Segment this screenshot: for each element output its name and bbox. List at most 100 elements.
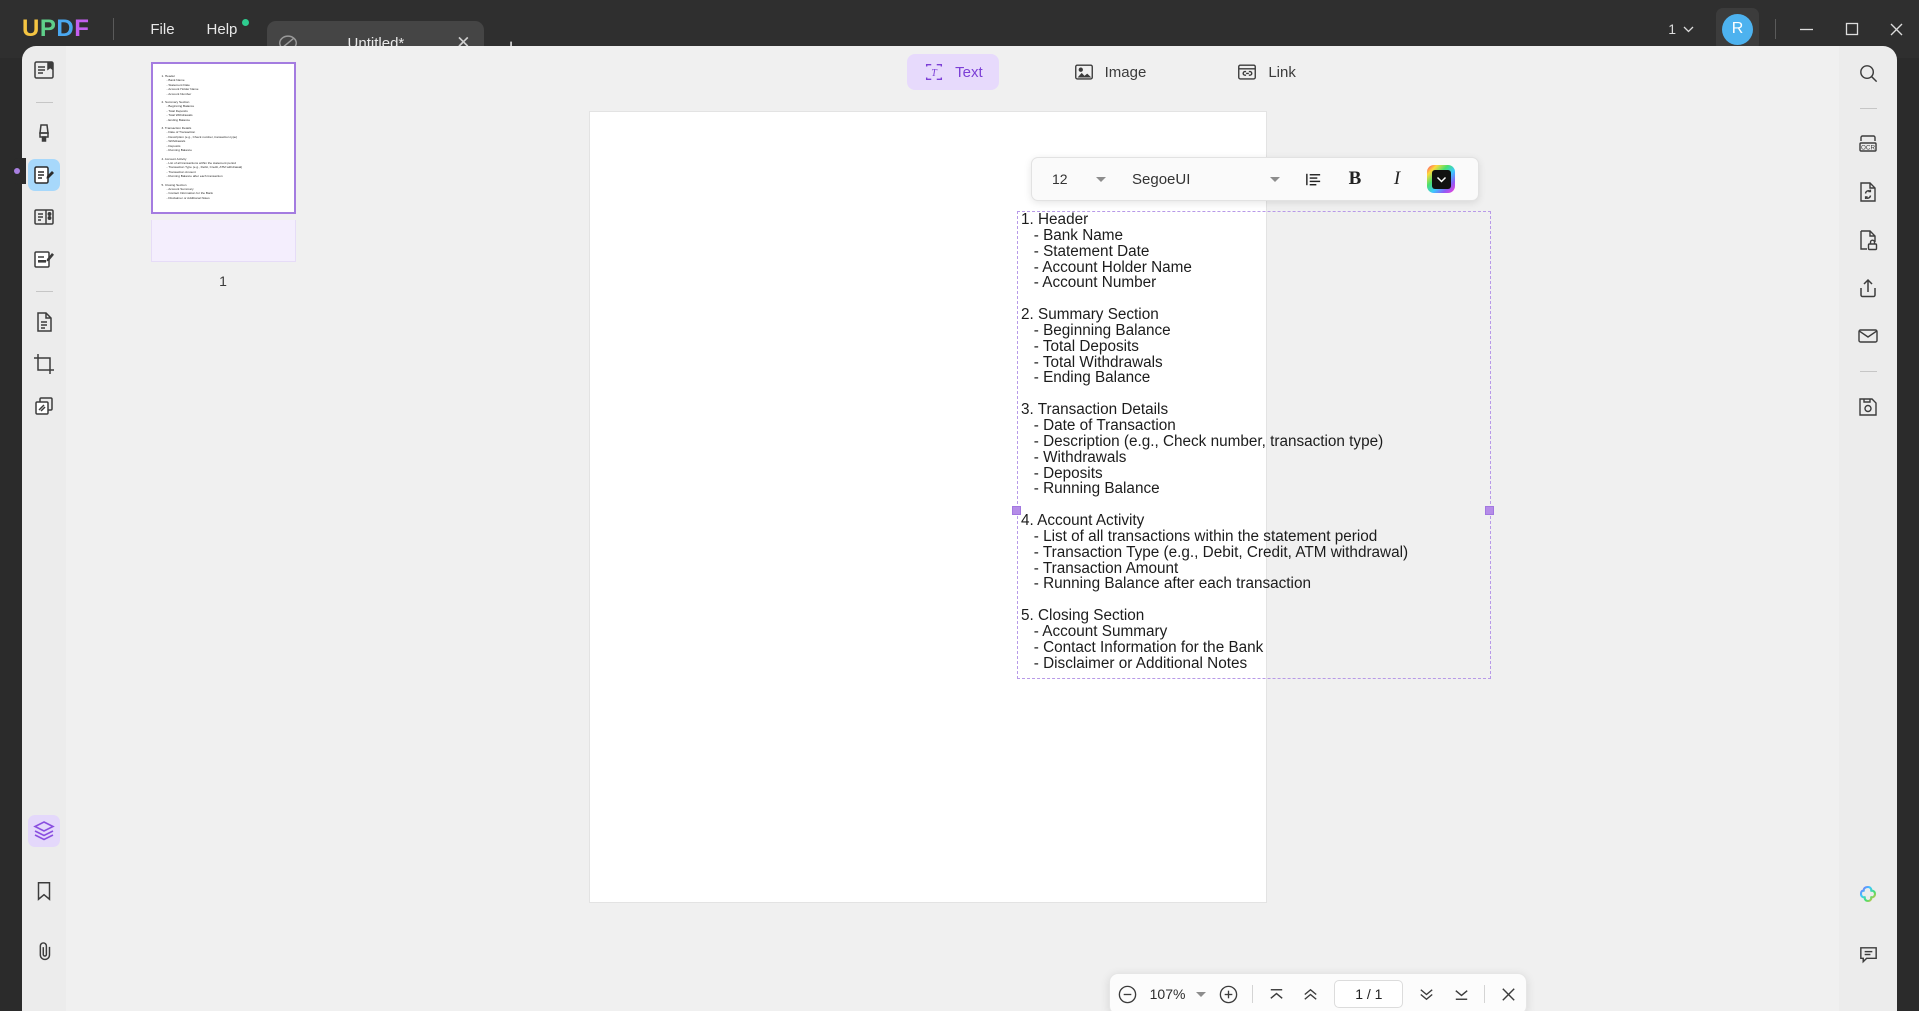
crop-icon	[34, 354, 54, 374]
last-page-icon	[1455, 989, 1468, 1000]
first-page-button[interactable]	[1259, 973, 1294, 1011]
pdf-text-line: 2. Summary Section	[1021, 306, 1159, 324]
logo-letter-f: F	[74, 15, 90, 42]
right-item-protect[interactable]	[1851, 223, 1885, 257]
comment-bubble-icon	[1859, 946, 1877, 963]
avatar: R	[1722, 13, 1753, 45]
panel-collapse-handle[interactable]	[12, 158, 26, 184]
left-toolbar	[22, 46, 66, 1011]
right-item-ocr[interactable]: OCR	[1851, 127, 1885, 161]
sidebar-item-attachments[interactable]	[28, 935, 60, 967]
left-rail-separator-1	[35, 102, 53, 103]
page-navigation-toolbar: 107% 1 / 1	[1109, 973, 1527, 1011]
zoom-in-button[interactable]	[1212, 973, 1247, 1011]
paperclip-icon	[39, 942, 51, 961]
titlebar-separator	[1775, 19, 1776, 39]
right-item-email[interactable]	[1851, 319, 1885, 353]
italic-button[interactable]: I	[1376, 157, 1418, 201]
maximize-icon	[1845, 22, 1858, 36]
zoom-dropdown-button[interactable]	[1191, 973, 1212, 1011]
tool-text[interactable]: T Text	[907, 54, 999, 90]
font-size-dropdown[interactable]: 12	[1032, 171, 1120, 187]
resize-handle-right[interactable]	[1485, 506, 1494, 515]
sidebar-item-crop[interactable]	[28, 348, 60, 380]
sidebar-item-reader-mode[interactable]	[28, 54, 60, 86]
sidebar-item-organize-pages[interactable]	[28, 201, 60, 233]
edit-document-icon	[34, 166, 54, 184]
logo-letter-p: P	[39, 15, 57, 42]
pdf-text-line: - List of all transactions within the st…	[1021, 527, 1378, 545]
thumbnail-page-next-placeholder[interactable]	[150, 220, 296, 262]
floppy-save-icon	[1859, 398, 1877, 416]
font-family-dropdown[interactable]: SegoeUI	[1120, 171, 1292, 188]
app-logo[interactable]: UPDF	[22, 15, 89, 43]
pdf-text-line: - Deposits	[1021, 464, 1103, 482]
svg-text:T: T	[931, 68, 938, 79]
next-page-button[interactable]	[1409, 973, 1444, 1011]
menu-help-label: Help	[206, 20, 238, 38]
menu-help[interactable]: Help	[191, 15, 254, 44]
previous-page-button[interactable]	[1294, 973, 1329, 1011]
resize-handle-left[interactable]	[1012, 506, 1021, 515]
zoom-out-button[interactable]	[1110, 973, 1145, 1011]
right-item-convert[interactable]	[1851, 175, 1885, 209]
align-button[interactable]	[1292, 157, 1334, 201]
thumbnail-item[interactable]: 1. Header - Bank Name - Statement Date - Ac…	[150, 62, 296, 289]
zoom-level-value[interactable]: 107%	[1145, 986, 1191, 1002]
pdf-text-line	[1021, 386, 1541, 402]
stacked-pages-icon	[35, 397, 53, 415]
pdf-text-line: - Contact Information for the Bank	[1021, 638, 1264, 656]
close-pager-button[interactable]	[1491, 973, 1526, 1011]
bold-button[interactable]: B	[1334, 157, 1376, 201]
pdf-text-line: - Transaction Amount	[1021, 559, 1179, 577]
right-item-search[interactable]	[1851, 56, 1885, 90]
sidebar-item-batch[interactable]	[28, 390, 60, 422]
color-picker-swatch[interactable]	[1427, 165, 1455, 193]
last-page-button[interactable]	[1444, 973, 1479, 1011]
ai-clover-icon	[1859, 885, 1877, 903]
caret-down-icon	[1196, 991, 1207, 997]
svg-text:OCR: OCR	[1861, 144, 1875, 151]
right-item-save[interactable]	[1851, 390, 1885, 424]
right-item-ai-assistant[interactable]	[1851, 879, 1885, 913]
sidebar-item-edit-pdf[interactable]	[28, 159, 60, 191]
caret-down-icon	[1270, 176, 1280, 182]
pdf-text-line: - Account Number	[1021, 274, 1157, 292]
image-tool-icon	[1074, 64, 1093, 80]
sidebar-item-form-edit[interactable]	[28, 243, 60, 275]
minimize-icon	[1800, 28, 1813, 30]
page-number-value: 1 / 1	[1355, 986, 1383, 1002]
left-rail-separator-2	[35, 291, 53, 292]
plus-circle-icon	[1220, 985, 1238, 1003]
prev-page-icon	[1304, 988, 1318, 1000]
page-number-input[interactable]: 1 / 1	[1334, 980, 1404, 1008]
tool-image[interactable]: Image	[1057, 54, 1163, 90]
page-organize-icon	[34, 209, 54, 225]
sidebar-item-comment[interactable]	[28, 117, 60, 149]
text-color-button[interactable]	[1418, 157, 1460, 201]
pdf-text-line: - Description (e.g., Check number, trans…	[1021, 432, 1384, 450]
left-rail-bottom-group	[28, 815, 60, 1011]
window-count-dropdown[interactable]: 1	[1660, 17, 1702, 41]
thumbnail-panel: 1. Header - Bank Name - Statement Date - Ac…	[66, 46, 380, 1011]
pdf-text-line: - Running Balance	[1021, 480, 1160, 498]
pdf-text-line: 1. Header	[1021, 211, 1089, 228]
convert-document-icon	[1860, 182, 1876, 202]
first-page-icon	[1270, 988, 1283, 999]
pdf-text-line: - Total Deposits	[1021, 337, 1139, 355]
right-rail-separator-2	[1859, 371, 1877, 372]
sidebar-item-bookmarks[interactable]	[28, 875, 60, 907]
tool-link[interactable]: Link	[1220, 54, 1312, 90]
pdf-text-line: - Beginning Balance	[1021, 321, 1171, 339]
sidebar-item-page-tool[interactable]	[28, 306, 60, 338]
sidebar-item-layers[interactable]	[28, 815, 60, 847]
menu-file[interactable]: File	[134, 15, 190, 44]
pdf-text-content[interactable]: 1. Header - Bank Name - Statement Date -…	[1021, 212, 1541, 671]
thumbnail-page-1[interactable]: 1. Header - Bank Name - Statement Date - Ac…	[150, 62, 296, 214]
pdf-text-line: - Statement Date	[1021, 242, 1150, 260]
right-item-share[interactable]	[1851, 271, 1885, 305]
right-item-feedback[interactable]	[1851, 937, 1885, 971]
avatar-button[interactable]: R	[1716, 7, 1759, 51]
font-family-value: SegoeUI	[1132, 170, 1191, 188]
next-page-icon	[1420, 988, 1433, 1000]
